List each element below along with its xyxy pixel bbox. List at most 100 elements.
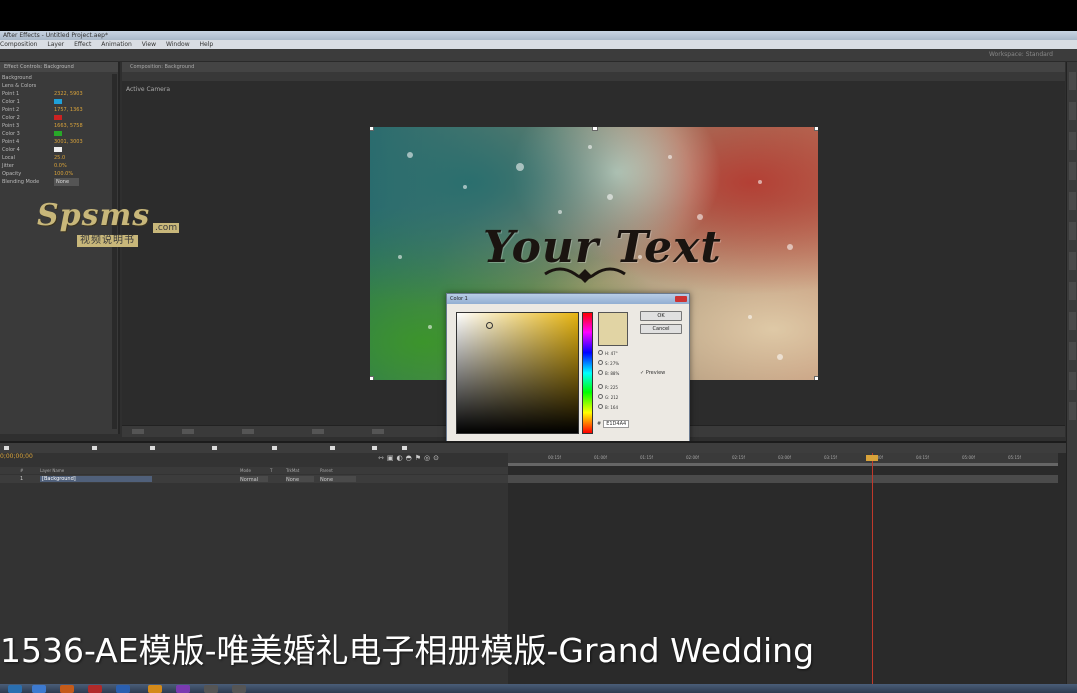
panel-tab[interactable]	[1069, 192, 1076, 210]
prop-row[interactable]: Color 3	[2, 130, 112, 138]
view-control[interactable]	[372, 429, 384, 434]
prop-row[interactable]: Local 25.0	[2, 154, 112, 162]
panel-tab[interactable]	[1069, 252, 1076, 270]
tab-icon[interactable]	[330, 446, 335, 450]
color-picker-cursor[interactable]	[486, 322, 493, 329]
brightness-field[interactable]: B: 88%	[598, 370, 638, 377]
taskbar-app-icon[interactable]	[204, 685, 218, 693]
green-field[interactable]: G: 212	[598, 394, 638, 401]
preview-checkbox[interactable]: ✓ Preview	[640, 370, 665, 376]
hue-field[interactable]: H: 47°	[598, 350, 638, 357]
resolution-control[interactable]	[242, 429, 254, 434]
radio-icon[interactable]	[598, 370, 603, 375]
canvas-handle[interactable]	[370, 376, 374, 380]
panel-tab[interactable]	[1069, 312, 1076, 330]
layer-trkmat-dropdown[interactable]: None	[286, 476, 314, 483]
prop-row[interactable]: Point 1 2322, 5903	[2, 90, 112, 98]
menu-effect[interactable]: Effect	[74, 41, 91, 48]
blend-mode-dropdown[interactable]: None	[54, 178, 80, 186]
panel-tab[interactable]	[1069, 372, 1076, 390]
prop-row[interactable]: Color 1	[2, 98, 112, 106]
prop-value[interactable]: 0.0%	[54, 162, 67, 170]
dialog-titlebar[interactable]: Color 1	[447, 294, 689, 304]
radio-icon[interactable]	[598, 360, 603, 365]
taskbar-app-icon[interactable]	[88, 685, 102, 693]
prop-row[interactable]: Point 2 1757, 1363	[2, 106, 112, 114]
tab-icon[interactable]	[150, 446, 155, 450]
taskbar-app-icon[interactable]	[60, 685, 74, 693]
menu-window[interactable]: Window	[166, 41, 190, 48]
color-swatch[interactable]	[54, 99, 62, 104]
playhead-line[interactable]	[872, 453, 873, 686]
workspace-label[interactable]: Workspace: Standard	[989, 51, 1053, 58]
tab-icon[interactable]	[372, 446, 377, 450]
hex-value[interactable]: E1D4A4	[603, 420, 630, 428]
radio-icon[interactable]	[598, 394, 603, 399]
prop-value[interactable]: 2322, 5903	[54, 90, 83, 98]
prop-value[interactable]: 1663, 5758	[54, 122, 83, 130]
prop-value[interactable]: 3001, 3003	[54, 138, 83, 146]
prop-row[interactable]: Lens & Colors	[2, 82, 112, 90]
color-swatch[interactable]	[54, 115, 62, 120]
panel-tab[interactable]	[1069, 72, 1076, 90]
layer-parent-dropdown[interactable]: None	[320, 476, 356, 483]
prop-value[interactable]: 100.0%	[54, 170, 73, 178]
taskbar-app-icon[interactable]	[148, 685, 162, 693]
menu-composition[interactable]: Composition	[0, 41, 37, 48]
timeline-switches[interactable]: ⇿▣◐◓⚑◎⊙	[378, 454, 442, 462]
saturation-field[interactable]: S: 27%	[598, 360, 638, 367]
ok-button[interactable]: OK	[640, 311, 682, 321]
taskbar-app-icon[interactable]	[116, 685, 130, 693]
taskbar-app-icon[interactable]	[32, 685, 46, 693]
timecode-control[interactable]	[182, 429, 194, 434]
time-navigator[interactable]	[508, 463, 1058, 466]
current-time[interactable]: 0;00;00;00	[0, 453, 33, 460]
tab-icon[interactable]	[272, 446, 277, 450]
taskbar-app-icon[interactable]	[176, 685, 190, 693]
panel-tab[interactable]	[1069, 342, 1076, 360]
playhead-handle[interactable]	[866, 455, 878, 461]
radio-icon[interactable]	[598, 384, 603, 389]
prop-value[interactable]: 25.0	[54, 154, 65, 162]
layer-row[interactable]: 1 [Background] Normal None None	[0, 475, 508, 483]
layer-mode-dropdown[interactable]: Normal	[240, 476, 268, 483]
time-ruler[interactable]: 00:15f 01:00f 01:15f 02:00f 02:15f 03:00…	[508, 453, 1058, 466]
start-icon[interactable]	[8, 685, 22, 693]
radio-icon[interactable]	[598, 404, 603, 409]
panel-tab[interactable]	[1069, 162, 1076, 180]
canvas-handle[interactable]	[592, 127, 598, 131]
color-swatch[interactable]	[54, 131, 62, 136]
panel-tab[interactable]	[1069, 132, 1076, 150]
color-swatch[interactable]	[54, 147, 62, 152]
taskbar-app-icon[interactable]	[232, 685, 246, 693]
prop-row[interactable]: Background	[2, 74, 112, 82]
radio-icon[interactable]	[598, 350, 603, 355]
red-field[interactable]: R: 225	[598, 384, 638, 391]
layer-name[interactable]: [Background]	[40, 476, 152, 482]
prop-row[interactable]: Blending Mode None	[2, 178, 112, 186]
panel-tab[interactable]	[1069, 102, 1076, 120]
prop-row[interactable]: Color 2	[2, 114, 112, 122]
hex-field[interactable]: # E1D4A4	[597, 420, 630, 428]
prop-row[interactable]: Opacity 100.0%	[2, 170, 112, 178]
camera-control[interactable]	[312, 429, 324, 434]
panel-tab[interactable]	[1069, 282, 1076, 300]
canvas-handle[interactable]	[814, 127, 818, 131]
panel-tab[interactable]	[1069, 402, 1076, 420]
canvas-handle[interactable]	[370, 127, 374, 131]
zoom-control[interactable]	[132, 429, 144, 434]
tab-icon[interactable]	[4, 446, 9, 450]
prop-value[interactable]: 1757, 1363	[54, 106, 83, 114]
menu-help[interactable]: Help	[200, 41, 214, 48]
effect-controls-tab[interactable]: Effect Controls: Background	[0, 62, 118, 72]
prop-row[interactable]: Point 4 3001, 3003	[2, 138, 112, 146]
close-icon[interactable]	[675, 296, 687, 302]
hue-slider[interactable]	[582, 312, 593, 434]
layer-duration-bar[interactable]	[508, 475, 1058, 483]
composition-tab[interactable]: Composition: Background	[130, 64, 194, 70]
menu-view[interactable]: View	[142, 41, 156, 48]
saturation-brightness-field[interactable]	[456, 312, 579, 434]
cancel-button[interactable]: Cancel	[640, 324, 682, 334]
tab-icon[interactable]	[402, 446, 407, 450]
prop-row[interactable]: Jitter 0.0%	[2, 162, 112, 170]
